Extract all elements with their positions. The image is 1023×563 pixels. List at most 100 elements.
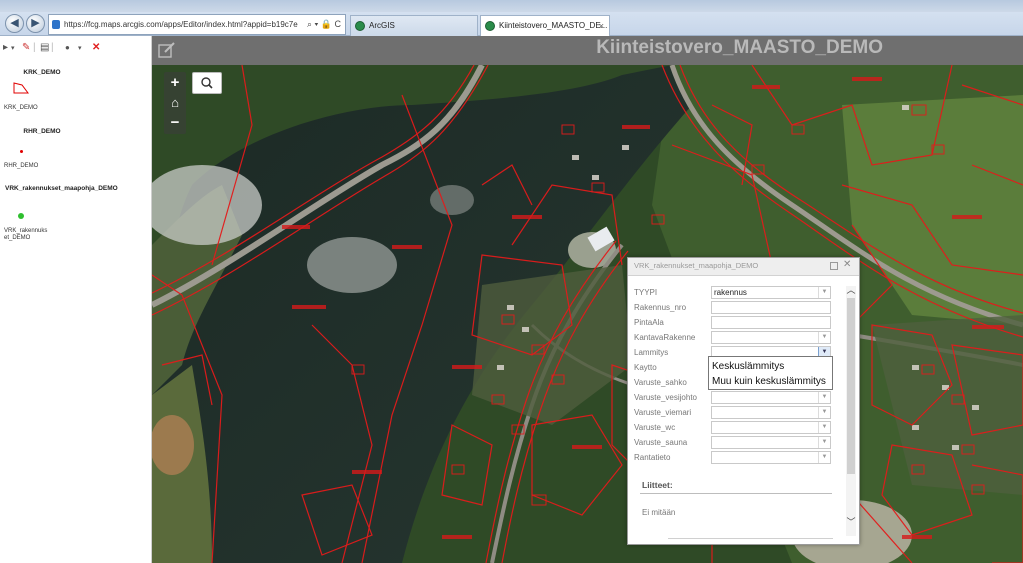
field-label: Varuste_sauna: [634, 438, 688, 447]
varuste-wc-select[interactable]: ▼: [711, 421, 831, 434]
popup-title: VRK_rakennukset_maapohja_DEMO: [634, 261, 759, 270]
pointer-tool-icon[interactable]: ▸: [3, 42, 8, 53]
layer-title-vrk: VRK_rakennukset_maapohja_DEMO: [5, 185, 118, 192]
maximize-icon[interactable]: [830, 262, 838, 270]
zoom-in-button[interactable]: +: [164, 73, 186, 93]
dropdown-option[interactable]: Muu kuin keskuslämmitys: [712, 374, 826, 389]
zoom-out-button[interactable]: −: [164, 113, 186, 133]
rakennus-nro-input[interactable]: [711, 301, 831, 314]
app-header: Kiinteistovero_MAASTO_DEMO: [152, 36, 1023, 65]
field-label: Rakennus_nro: [634, 303, 687, 312]
satellite-imagery: [152, 65, 1023, 563]
popup-header: VRK_rakennukset_maapohja_DEMO ✕: [628, 258, 859, 276]
divider: [668, 538, 833, 539]
point-tool-icon[interactable]: ●: [65, 43, 70, 52]
polygon-symbol-icon: [13, 82, 29, 94]
point-symbol-icon: [18, 213, 24, 219]
kantavarakenne-select[interactable]: ▼: [711, 331, 831, 344]
layer-title-rhr: RHR_DEMO: [23, 128, 61, 135]
field-row-tyypi: TYYPI rakennus ▼: [634, 286, 831, 301]
edit-toolbar: ▸ ▾ ✎ | ▤ | ● ▾ ✕: [0, 42, 152, 58]
dropdown-option[interactable]: Keskuslämmitys: [712, 359, 784, 374]
tyypi-select[interactable]: rakennus ▼: [711, 286, 831, 299]
arcgis-favicon-icon: [355, 21, 365, 31]
field-row-varuste-viemari: Varuste_viemari ▼: [634, 406, 831, 421]
scroll-down-icon[interactable]: ﹀: [846, 518, 856, 528]
field-row-pintaala: PintaAla: [634, 316, 831, 331]
page-icon[interactable]: ▤: [40, 42, 49, 53]
field-label: Varuste_sahko: [634, 378, 687, 387]
field-label: KantavaRakenne: [634, 333, 696, 342]
delete-icon[interactable]: ✕: [92, 42, 100, 53]
address-text: https://fcg.maps.arcgis.com/apps/Editor/…: [64, 20, 298, 29]
chevron-down-icon: ▼: [818, 452, 830, 463]
varuste-viemari-select[interactable]: ▼: [711, 406, 831, 419]
forward-arrow-icon: ▶: [31, 17, 40, 29]
field-row-varuste-wc: Varuste_wc ▼: [634, 421, 831, 436]
tab-arcgis[interactable]: ArcGIS: [350, 15, 478, 36]
zoom-controls: + ⌂ −: [164, 72, 186, 134]
arcgis-favicon-icon: [485, 21, 495, 31]
chevron-down-icon: ▼: [818, 287, 830, 298]
chevron-down-icon: ▼: [818, 392, 830, 403]
chevron-down-icon: ▼: [818, 332, 830, 343]
edit-icon[interactable]: [158, 42, 176, 58]
field-label: Varuste_wc: [634, 423, 676, 432]
field-label: TYYPI: [634, 288, 658, 297]
chevron-down-icon: ▼: [818, 437, 830, 448]
eraser-icon[interactable]: ✎: [22, 42, 30, 53]
home-button[interactable]: ⌂: [164, 93, 186, 113]
popup-scrollbar[interactable]: ︿ ﹀: [846, 286, 856, 536]
separator-icon: |: [33, 42, 36, 53]
point-symbol-icon: [20, 150, 23, 153]
varuste-vesijohto-select[interactable]: ▼: [711, 391, 831, 404]
layer-label-krk: KRK_DEMO: [4, 105, 38, 111]
field-label: PintaAla: [634, 318, 664, 327]
site-icon: [52, 20, 60, 29]
window-titlebar: [0, 0, 1023, 12]
dropdown-arrow-icon[interactable]: ▾: [11, 44, 15, 52]
field-row-rakennus-nro: Rakennus_nro: [634, 301, 831, 316]
rantatieto-select[interactable]: ▼: [711, 451, 831, 464]
attribute-popup: VRK_rakennukset_maapohja_DEMO ✕ TYYPI ra…: [627, 257, 860, 545]
field-label: Varuste_vesijohto: [634, 393, 697, 402]
screen: { "browser": { "address": "https://fcg.m…: [0, 0, 1023, 563]
layer-label-rhr: RHR_DEMO: [4, 163, 39, 169]
search-icon: [201, 77, 213, 89]
dropdown-arrow-icon[interactable]: ▾: [78, 44, 82, 52]
app-title: Kiinteistovero_MAASTO_DEMO: [596, 37, 883, 58]
field-row-rantatieto: Rantatieto ▼: [634, 451, 831, 466]
map-view[interactable]: [152, 65, 1023, 563]
home-icon: ⌂: [171, 95, 179, 110]
legend-panel: ▸ ▾ ✎ | ▤ | ● ▾ ✕ KRK_DEMO KRK_DEMO RHR_…: [0, 36, 152, 563]
tab-label: Kiinteistovero_MAASTO_DE...: [499, 21, 608, 30]
field-row-varuste-vesijohto: Varuste_vesijohto ▼: [634, 391, 831, 406]
layer-title-krk: KRK_DEMO: [23, 69, 61, 76]
scrollbar-thumb[interactable]: [847, 298, 855, 474]
tab-close-icon[interactable]: ×: [599, 16, 604, 36]
attachments-label: Liitteet:: [642, 480, 673, 490]
address-controls[interactable]: ⌕ ▾ 🔒 C: [307, 15, 341, 34]
chevron-down-icon: ▼: [818, 422, 830, 433]
browser-toolbar: ◀ ▶ https://fcg.maps.arcgis.com/apps/Edi…: [0, 0, 1023, 36]
tab-kiinteistovero[interactable]: Kiinteistovero_MAASTO_DE... ×: [480, 15, 610, 36]
back-button[interactable]: ◀: [5, 14, 24, 33]
divider: [640, 493, 832, 494]
field-label: Kaytto: [634, 363, 657, 372]
close-icon[interactable]: ✕: [843, 259, 851, 270]
select-value: rakennus: [714, 288, 747, 297]
separator-icon: |: [51, 42, 54, 53]
chevron-down-icon: ▼: [818, 407, 830, 418]
back-arrow-icon: ◀: [10, 17, 19, 29]
scroll-up-icon[interactable]: ︿: [846, 286, 856, 296]
attachments-empty-text: Ei mitään: [642, 508, 676, 517]
forward-button[interactable]: ▶: [26, 14, 45, 33]
varuste-sauna-select[interactable]: ▼: [711, 436, 831, 449]
map-search-button[interactable]: [192, 72, 222, 94]
field-label: Lammitys: [634, 348, 669, 357]
tab-label: ArcGIS: [369, 21, 395, 30]
field-row-varuste-sauna: Varuste_sauna ▼: [634, 436, 831, 451]
field-row-kantavarakenne: KantavaRakenne ▼: [634, 331, 831, 346]
pintaala-input[interactable]: [711, 316, 831, 329]
address-bar[interactable]: https://fcg.maps.arcgis.com/apps/Editor/…: [48, 14, 346, 35]
